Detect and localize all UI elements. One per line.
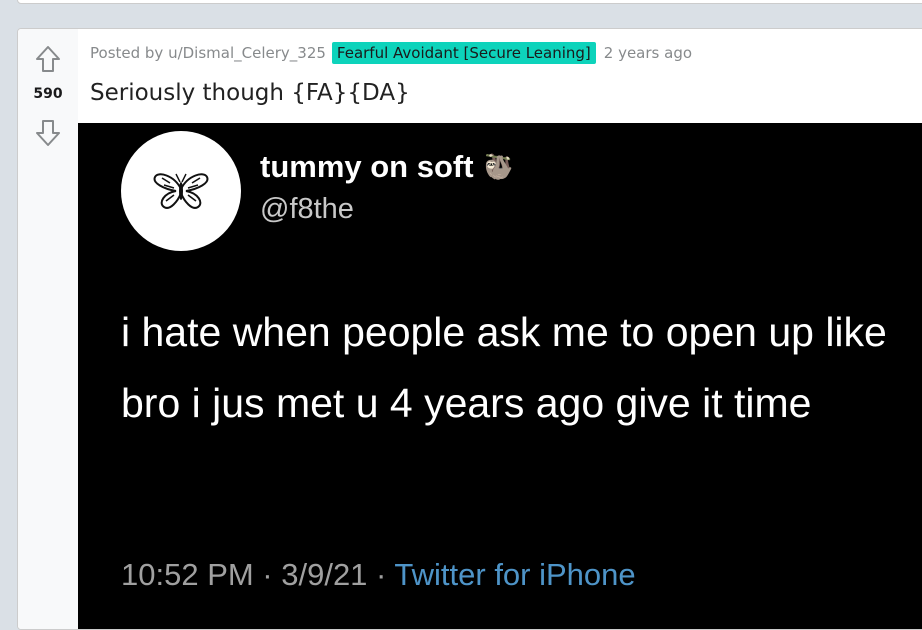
- previous-post-card: [17, 0, 922, 4]
- arrow-up-outline-icon: [36, 46, 60, 72]
- post-meta: Posted by u/Dismal_Celery_325 Fearful Av…: [90, 42, 692, 64]
- post-time[interactable]: 2 years ago: [604, 44, 692, 62]
- post-card[interactable]: 590 Posted by u/Dismal_Celery_325 Fearfu…: [17, 28, 922, 630]
- tweet-handle: @f8the: [260, 193, 354, 225]
- vote-score: 590: [33, 86, 63, 102]
- posted-by-link[interactable]: Posted by u/Dismal_Celery_325: [90, 44, 326, 62]
- tweet-text: i hate when people ask me to open up lik…: [121, 309, 887, 426]
- tweet-avatar: [121, 131, 241, 251]
- upvote-button[interactable]: [34, 45, 62, 73]
- tweet-footer: 10:52 PM · 3/9/21 · Twitter for iPhone: [121, 557, 636, 593]
- tweet-display-name: tummy on soft 🦥: [260, 149, 513, 185]
- arrow-down-outline-icon: [36, 120, 60, 146]
- user-flair[interactable]: Fearful Avoidant [Secure Leaning]: [331, 42, 596, 64]
- sloth-emoji-icon: 🦥: [483, 153, 514, 181]
- tweet-source: Twitter for iPhone: [394, 557, 636, 592]
- tweet-name-text: tummy on soft: [260, 149, 474, 184]
- post-title[interactable]: Seriously though {FA}{DA}: [90, 80, 410, 106]
- butterfly-icon: [153, 173, 209, 209]
- tweet-timestamp: 10:52 PM · 3/9/21 ·: [121, 557, 395, 592]
- post-image[interactable]: tummy on soft 🦥 @f8the •• i hate when pe…: [78, 123, 922, 629]
- downvote-button[interactable]: [34, 119, 62, 147]
- vote-column: 590: [18, 29, 78, 629]
